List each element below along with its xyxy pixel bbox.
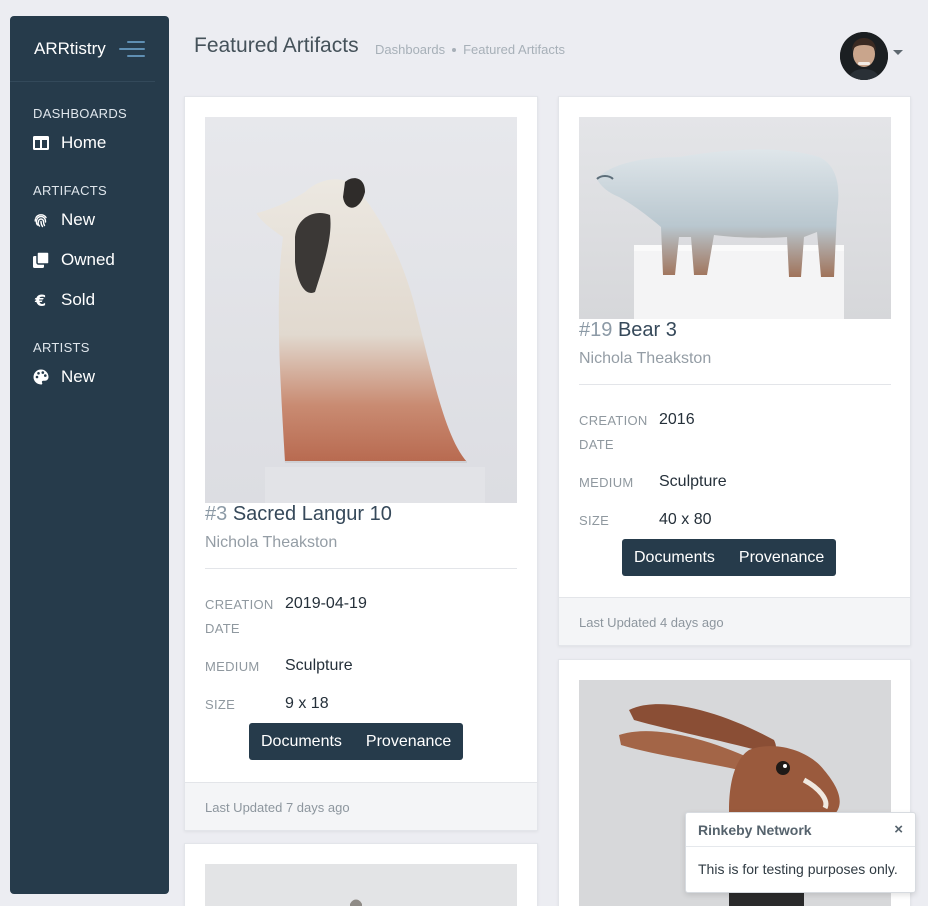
breadcrumb: Dashboards Featured Artifacts	[375, 42, 565, 57]
sidebar: ARRtistry DASHBOARDS Home ARTIFACTS New …	[10, 16, 169, 894]
nav-section-dashboards: DASHBOARDS	[33, 106, 128, 121]
sidebar-item-home[interactable]: Home	[10, 123, 169, 163]
artifact-artist[interactable]: Nichola Theakston	[205, 534, 337, 552]
provenance-button[interactable]: Provenance	[354, 723, 463, 760]
close-icon[interactable]: ×	[894, 821, 903, 838]
size-value: 9 x 18	[285, 695, 329, 712]
creation-date-value: 2019-04-19	[285, 595, 367, 612]
artifact-number: #3	[205, 503, 228, 525]
artifact-image[interactable]	[205, 117, 517, 503]
hamburger-menu-icon[interactable]	[119, 39, 145, 59]
divider	[579, 384, 891, 385]
medium-value: Sculpture	[659, 473, 727, 490]
artifact-name: Bear 3	[617, 319, 677, 341]
documents-button[interactable]: Documents	[622, 539, 727, 576]
medium-label: MEDIUM	[579, 475, 634, 490]
artifact-card: #3 Sacred Langur 10 Nichola Theakston CR…	[184, 96, 538, 831]
card-footer-updated: Last Updated 7 days ago	[185, 782, 537, 830]
artifact-image[interactable]	[205, 864, 517, 906]
creation-date-label: CREATION DATE	[579, 413, 648, 452]
breadcrumb-dashboards[interactable]: Dashboards	[375, 42, 445, 57]
sidebar-item-label: Home	[61, 133, 107, 152]
toast-message: This is for testing purposes only.	[698, 861, 898, 877]
artifact-name: Sacred Langur 10	[232, 503, 392, 525]
sidebar-item-label: Sold	[61, 290, 96, 309]
medium-label: MEDIUM	[205, 659, 260, 674]
sidebar-item-label: New	[61, 210, 96, 229]
toast-title: Rinkeby Network	[698, 821, 812, 838]
sidebar-item-sold[interactable]: € Sold	[10, 280, 169, 320]
artifact-actions: Documents Provenance	[622, 539, 837, 576]
medium-value: Sculpture	[285, 657, 353, 674]
nav-section-artifacts: ARTIFACTS	[33, 183, 107, 198]
provenance-button[interactable]: Provenance	[727, 539, 836, 576]
artifact-title[interactable]: #19 Bear 3	[579, 319, 677, 342]
fingerprint-icon	[33, 212, 49, 228]
size-label: SIZE	[579, 513, 610, 528]
sidebar-item-owned[interactable]: Owned	[10, 240, 169, 280]
clone-icon	[33, 252, 49, 268]
nav-section-artists: ARTISTS	[33, 340, 90, 355]
creation-date-value: 2016	[659, 411, 695, 428]
page-title: Featured Artifacts	[194, 34, 359, 57]
card-footer-updated: Last Updated 4 days ago	[559, 597, 910, 645]
creation-date-label: CREATION DATE	[205, 597, 274, 636]
artifact-number: #19	[579, 319, 613, 341]
sidebar-item-new-artist[interactable]: New	[10, 357, 169, 397]
brand-bar: ARRtistry	[10, 16, 155, 82]
artifact-artist[interactable]: Nichola Theakston	[579, 350, 711, 368]
palette-icon	[33, 369, 49, 385]
svg-text:€: €	[34, 292, 46, 308]
avatar[interactable]	[840, 32, 888, 80]
size-label: SIZE	[205, 697, 236, 712]
artifact-title[interactable]: #3 Sacred Langur 10	[205, 503, 392, 526]
sidebar-item-label: Owned	[61, 250, 115, 269]
sidebar-item-new-artifact[interactable]: New	[10, 200, 169, 240]
columns-icon	[33, 135, 49, 151]
artifact-image[interactable]	[579, 117, 891, 319]
artifact-actions: Documents Provenance	[249, 723, 464, 760]
chevron-down-icon[interactable]	[893, 50, 903, 55]
size-value: 40 x 80	[659, 511, 712, 528]
divider	[205, 568, 517, 569]
brand-name[interactable]: ARRtistry	[34, 39, 119, 59]
artifact-card: #19 Bear 3 Nichola Theakston CREATION DAT…	[558, 96, 911, 646]
breadcrumb-separator	[452, 47, 457, 52]
toast-header: Rinkeby Network ×	[686, 813, 915, 847]
euro-icon: €	[33, 292, 49, 308]
breadcrumb-featured-artifacts: Featured Artifacts	[463, 42, 565, 57]
network-toast: Rinkeby Network × This is for testing pu…	[685, 812, 916, 893]
sidebar-item-label: New	[61, 367, 96, 386]
documents-button[interactable]: Documents	[249, 723, 354, 760]
artifact-card	[184, 843, 538, 906]
